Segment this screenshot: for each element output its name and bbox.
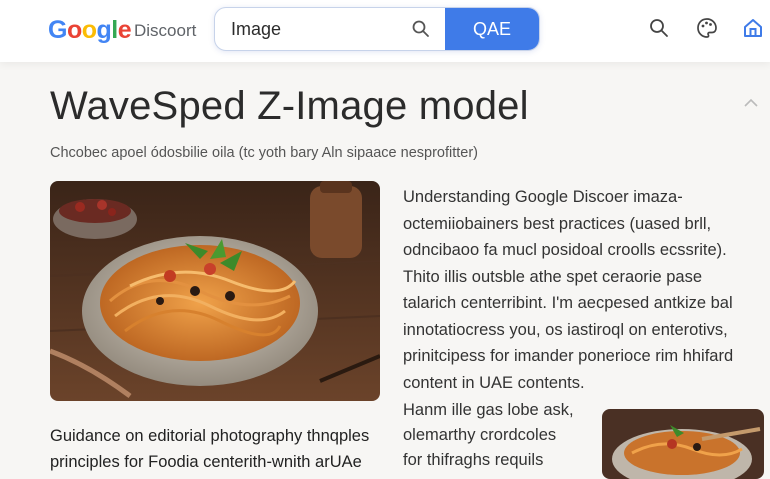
search-icon[interactable] — [648, 17, 670, 39]
google-logo[interactable]: Google — [48, 16, 132, 45]
article-paragraph: Understanding Google Discoer imaza- octe… — [403, 184, 733, 396]
search-icon[interactable] — [411, 19, 431, 39]
food-photo — [50, 181, 380, 401]
search-button[interactable]: QAE — [445, 8, 539, 50]
article-paragraph-secondary: Hanm ille gas lobe ask, olemarthy crordc… — [403, 398, 574, 473]
paragraph-line: olemarthy crordcoles — [403, 426, 557, 444]
paragraph-line: Hanm ille gas lobe ask, — [403, 401, 574, 419]
home-icon[interactable] — [742, 17, 764, 39]
article-subtitle: Chcobec apoel ódosbilie oila (tc yoth ba… — [50, 145, 478, 161]
caption-line: principles for Foodia centerith-wnith ar… — [50, 453, 362, 471]
top-bar: Google Discoort QAE — [0, 0, 770, 62]
paragraph-line: for thifraghs requils — [403, 451, 544, 469]
thumbnail-image[interactable] — [602, 409, 764, 479]
paragraph-line: Understanding Google Discoer imaza- — [403, 188, 683, 206]
photo-caption: Guidance on editorial photography thnqpl… — [50, 423, 369, 475]
palette-icon[interactable] — [695, 16, 719, 40]
logo-letter: g — [96, 16, 112, 44]
paragraph-line: prinitcipess for imander ponerioce rim h… — [403, 347, 734, 365]
search-box: QAE — [214, 7, 540, 51]
paragraph-line: octemiiobainers best practices (uased br… — [403, 214, 712, 233]
logo-letter: o — [81, 16, 97, 44]
paragraph-line: odncibaoo fa mucl posidoal croolls ecssr… — [403, 241, 727, 259]
paragraph-line: Thito illis outsble athe spet ceraorie p… — [403, 267, 702, 286]
logo-subtitle: Discoort — [134, 21, 197, 40]
caption-line: Guidance on editorial photography thnqpl… — [50, 427, 370, 445]
logo-letter: e — [117, 16, 132, 44]
page-title: WaveSped Z-Image model — [50, 84, 529, 128]
logo-letter: o — [66, 16, 82, 44]
paragraph-line: innotatiocress you, os iastiroql on ente… — [403, 320, 728, 339]
paragraph-line: talarich centerribint. I'm aecpesed antk… — [403, 294, 733, 312]
chevron-up-icon[interactable] — [742, 96, 760, 110]
paragraph-line: content in UAE contents. — [403, 373, 585, 392]
logo-letter: G — [48, 16, 67, 44]
